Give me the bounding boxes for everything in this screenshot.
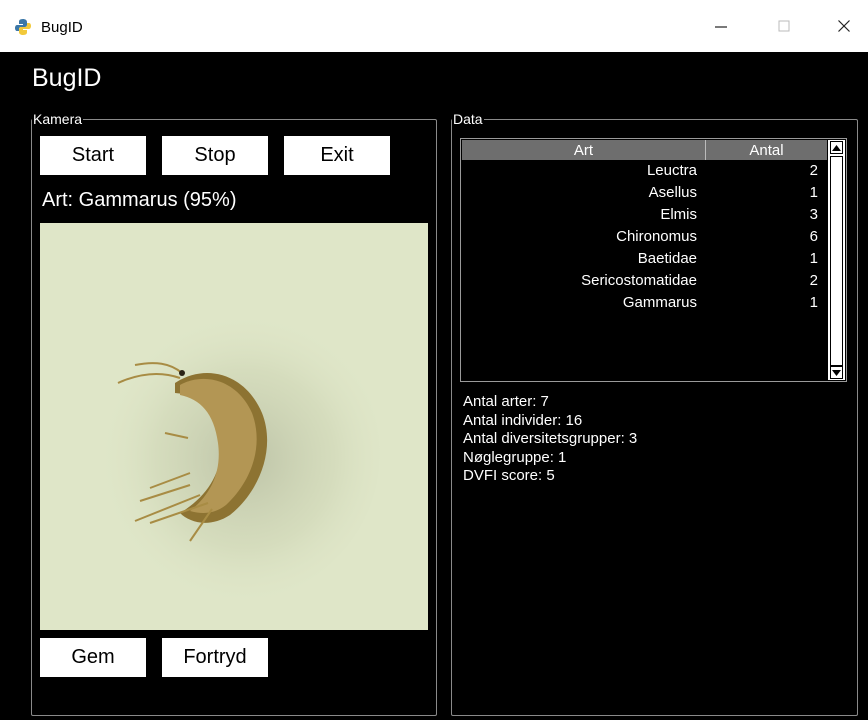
cell-art: Leuctra bbox=[646, 162, 697, 179]
table-row[interactable]: Asellus 1 bbox=[462, 184, 827, 206]
window-titlebar: BugID bbox=[0, 0, 868, 52]
undo-button[interactable]: Fortryd bbox=[162, 638, 268, 677]
column-header-antal[interactable]: Antal bbox=[706, 140, 827, 160]
species-prediction-label: Art: Gammarus (95%) bbox=[42, 189, 237, 211]
close-icon bbox=[838, 20, 850, 32]
table-header: Art Antal bbox=[462, 140, 827, 160]
scroll-up-icon bbox=[832, 144, 841, 151]
stop-button[interactable]: Stop bbox=[162, 136, 268, 175]
column-header-art[interactable]: Art bbox=[462, 140, 706, 160]
camera-feed bbox=[40, 223, 428, 630]
app-heading: BugID bbox=[32, 64, 102, 92]
python-icon bbox=[15, 19, 31, 35]
cell-antal: 2 bbox=[809, 272, 818, 289]
table-row[interactable]: Chironomus 6 bbox=[462, 228, 827, 250]
table-row[interactable]: Sericostomatidae 2 bbox=[462, 272, 827, 294]
cell-antal: 6 bbox=[809, 228, 818, 245]
cell-art: Elmis bbox=[660, 206, 697, 223]
cell-antal: 1 bbox=[809, 250, 818, 267]
cell-art: Gammarus bbox=[622, 294, 697, 311]
save-button[interactable]: Gem bbox=[40, 638, 146, 677]
maximize-button[interactable] bbox=[769, 14, 799, 38]
data-group-legend: Data bbox=[453, 111, 483, 127]
species-table[interactable]: Art Antal Leuctra 2 Asellus 1 Elmis 3 Chiro… bbox=[460, 138, 847, 382]
cell-antal: 2 bbox=[809, 162, 818, 179]
cell-art: Chironomus bbox=[616, 228, 697, 245]
close-button[interactable] bbox=[829, 14, 859, 38]
cell-antal: 1 bbox=[809, 184, 818, 201]
table-scrollbar[interactable] bbox=[828, 140, 845, 380]
start-button[interactable]: Start bbox=[40, 136, 146, 175]
table-row[interactable]: Leuctra 2 bbox=[462, 162, 827, 184]
cell-art: Baetidae bbox=[637, 250, 697, 267]
statistics-panel: Antal arter: 7 Antal individer: 16 Antal… bbox=[463, 393, 637, 486]
minimize-button[interactable] bbox=[706, 14, 736, 38]
cell-art: Asellus bbox=[648, 184, 697, 201]
stat-noeglegruppe: Nøglegruppe: 1 bbox=[463, 448, 567, 466]
table-row[interactable]: Baetidae 1 bbox=[462, 250, 827, 272]
camera-group-legend: Kamera bbox=[33, 111, 83, 127]
app-window-content: BugID Kamera Data Start Stop Exit Art: G… bbox=[0, 52, 868, 720]
stat-antal-individer: Antal individer: 16 bbox=[463, 411, 583, 429]
stat-antal-arter: Antal arter: 7 bbox=[463, 393, 549, 410]
cell-antal: 1 bbox=[809, 294, 818, 311]
stat-antal-diversitetsgrupper: Antal diversitetsgrupper: 3 bbox=[463, 430, 638, 447]
table-row[interactable]: Elmis 3 bbox=[462, 206, 827, 228]
scrollbar-thumb[interactable] bbox=[830, 156, 843, 366]
minimize-icon bbox=[715, 26, 727, 28]
maximize-icon bbox=[778, 20, 790, 32]
cell-art: Sericostomatidae bbox=[581, 272, 697, 289]
cell-antal: 3 bbox=[809, 206, 818, 223]
scroll-down-button[interactable] bbox=[830, 366, 843, 379]
scroll-up-button[interactable] bbox=[830, 141, 843, 154]
gammarus-specimen-image bbox=[40, 223, 428, 630]
table-row[interactable]: Gammarus 1 bbox=[462, 294, 827, 316]
table-body: Leuctra 2 Asellus 1 Elmis 3 Chironomus 6 Bae… bbox=[462, 162, 827, 316]
stat-dvfi-score: DVFI score: 5 bbox=[463, 467, 555, 484]
scroll-down-icon bbox=[832, 369, 841, 376]
exit-button[interactable]: Exit bbox=[284, 136, 390, 175]
window-title: BugID bbox=[41, 19, 83, 36]
